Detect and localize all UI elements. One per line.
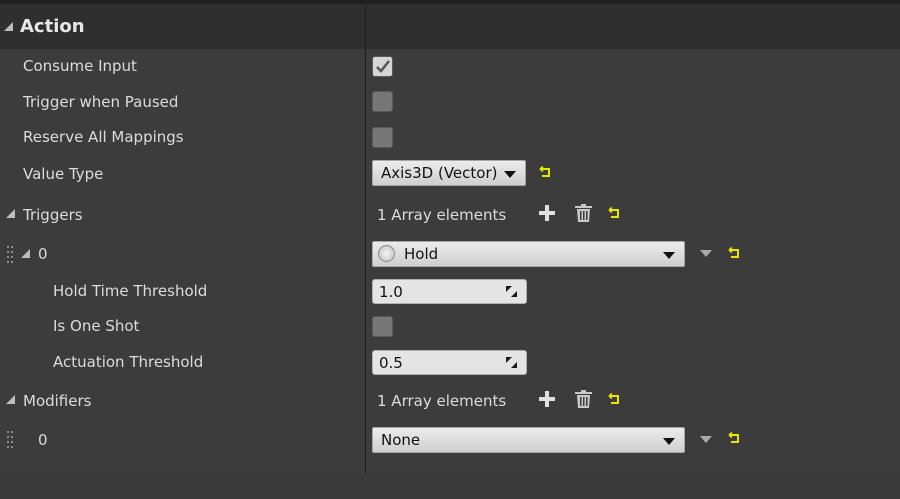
category-header-action[interactable]: Action: [0, 4, 900, 49]
column-divider[interactable]: [365, 4, 366, 474]
value-type-label: Value Type: [23, 165, 104, 183]
category-title: Action: [20, 16, 85, 37]
is-one-shot-checkbox[interactable]: [372, 316, 393, 337]
resize-icon[interactable]: [505, 285, 518, 298]
trash-icon[interactable]: [575, 204, 592, 222]
add-icon[interactable]: [539, 205, 555, 221]
actuation-threshold-input[interactable]: 0.5: [372, 350, 527, 375]
modifiers-count: 1 Array elements: [377, 392, 507, 410]
modifier-0-index: 0: [38, 431, 48, 449]
grip-handle-icon[interactable]: [7, 246, 13, 264]
value-type-value: Axis3D (Vector): [381, 164, 498, 182]
hold-time-threshold-value: 1.0: [379, 283, 403, 301]
trash-icon[interactable]: [575, 390, 592, 408]
bottom-area: [0, 474, 900, 499]
actuation-threshold-value: 0.5: [379, 354, 403, 372]
triggers-label: Triggers: [23, 206, 83, 224]
is-one-shot-label: Is One Shot: [53, 317, 140, 335]
chevron-down-icon: [663, 252, 675, 259]
reset-to-default-icon[interactable]: [727, 247, 741, 260]
reserve-all-mappings-label: Reserve All Mappings: [23, 128, 184, 146]
reserve-all-mappings-checkbox[interactable]: [372, 127, 393, 148]
modifier-0-value: None: [381, 431, 421, 449]
triggers-expand-icon[interactable]: [6, 209, 15, 218]
chevron-down-icon: [504, 171, 516, 178]
consume-input-checkbox[interactable]: [372, 56, 393, 77]
add-icon[interactable]: [539, 391, 555, 407]
checkmark-icon: [376, 60, 390, 73]
reset-to-default-icon[interactable]: [727, 432, 741, 445]
modifiers-label: Modifiers: [23, 392, 92, 410]
collapse-triangle-icon[interactable]: [4, 22, 13, 31]
triggers-count: 1 Array elements: [377, 206, 507, 224]
actuation-threshold-label: Actuation Threshold: [53, 353, 204, 371]
trigger-0-class-dropdown[interactable]: Hold: [372, 241, 685, 267]
trigger-0-expand-icon[interactable]: [21, 249, 30, 258]
value-type-dropdown[interactable]: Axis3D (Vector): [372, 160, 526, 186]
modifiers-expand-icon[interactable]: [6, 395, 15, 404]
reset-to-default-icon[interactable]: [607, 393, 621, 406]
reset-to-default-icon[interactable]: [607, 207, 621, 220]
modifier-0-class-dropdown[interactable]: None: [372, 427, 685, 453]
consume-input-label: Consume Input: [23, 57, 137, 75]
hold-time-threshold-label: Hold Time Threshold: [53, 282, 208, 300]
radio-icon: [378, 245, 395, 262]
resize-icon[interactable]: [505, 356, 518, 369]
trigger-when-paused-checkbox[interactable]: [372, 91, 393, 112]
hold-time-threshold-input[interactable]: 1.0: [372, 279, 527, 304]
grip-handle-icon[interactable]: [7, 431, 13, 449]
options-dropdown-arrow-icon[interactable]: [700, 250, 712, 257]
options-dropdown-arrow-icon[interactable]: [700, 436, 712, 443]
trigger-0-value: Hold: [404, 245, 439, 263]
chevron-down-icon: [663, 438, 675, 445]
trigger-when-paused-label: Trigger when Paused: [23, 93, 179, 111]
trigger-0-index: 0: [38, 245, 48, 263]
reset-to-default-icon[interactable]: [538, 166, 552, 179]
